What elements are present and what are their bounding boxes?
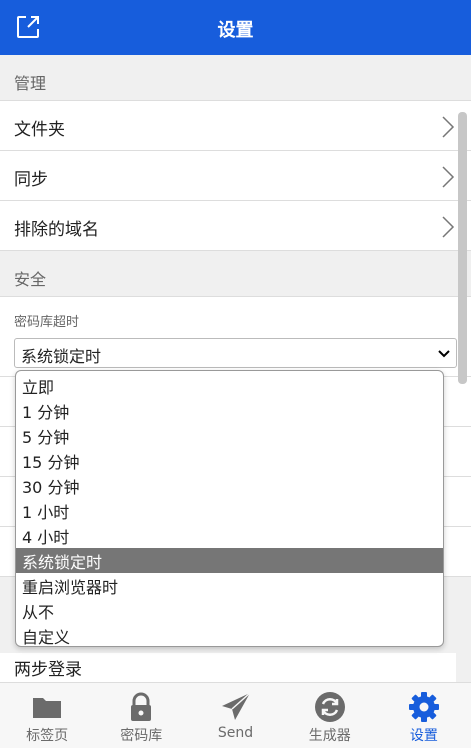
- dropdown-option[interactable]: 从不: [16, 598, 443, 623]
- tab-vault[interactable]: 密码库: [94, 683, 188, 748]
- tab-send[interactable]: Send: [188, 683, 282, 748]
- vault-timeout-field: 密码库超时 系统锁定时: [0, 297, 471, 377]
- section-security-title: 安全: [0, 251, 471, 297]
- dropdown-option-selected[interactable]: 系统锁定时: [16, 548, 443, 573]
- dropdown-option[interactable]: 立即: [16, 373, 443, 398]
- lock-icon: [131, 692, 152, 721]
- settings-item-excluded-domains[interactable]: 排除的域名: [0, 201, 471, 251]
- folder-icon: [33, 698, 62, 718]
- settings-item-sync[interactable]: 同步: [0, 151, 471, 201]
- dropdown-option[interactable]: 重启浏览器时: [16, 573, 443, 598]
- dropdown-option[interactable]: 1 分钟: [16, 398, 443, 423]
- vault-timeout-select[interactable]: 系统锁定时: [14, 338, 457, 368]
- dropdown-option[interactable]: 1 小时: [16, 498, 443, 523]
- tab-tabs[interactable]: 标签页: [0, 683, 94, 748]
- tab-label: 密码库: [120, 728, 163, 744]
- chevron-right-icon: [442, 116, 455, 138]
- vault-timeout-dropdown[interactable]: 立即 1 分钟 5 分钟 15 分钟 30 分钟 1 小时 4 小时 系统锁定时…: [15, 370, 444, 647]
- tab-label: 生成器: [308, 728, 351, 744]
- dropdown-option[interactable]: 5 分钟: [16, 423, 443, 448]
- page-title: 设置: [217, 20, 254, 41]
- dropdown-option[interactable]: 15 分钟: [16, 448, 443, 473]
- settings-item-folders[interactable]: 文件夹: [0, 101, 471, 151]
- dropdown-option[interactable]: 自定义: [16, 623, 443, 646]
- settings-item-label: 文件夹: [14, 120, 65, 140]
- section-manage-title: 管理: [0, 55, 471, 101]
- dropdown-option[interactable]: 4 小时: [16, 523, 443, 548]
- chevron-down-icon: [438, 350, 450, 358]
- dropdown-option[interactable]: 30 分钟: [16, 473, 443, 498]
- vault-timeout-value: 系统锁定时: [21, 347, 102, 366]
- refresh-icon: [314, 692, 345, 722]
- tab-label: 标签页: [26, 728, 69, 744]
- gear-icon: [408, 692, 439, 722]
- settings-item-label: 同步: [14, 170, 48, 190]
- tab-settings[interactable]: 设置: [377, 683, 471, 748]
- settings-item-label: 两步登录: [14, 660, 82, 680]
- send-icon: [221, 692, 250, 720]
- chevron-right-icon: [442, 166, 455, 188]
- vault-timeout-label: 密码库超时: [14, 315, 80, 330]
- bottom-tab-bar: 标签页 密码库 Send 生成器 设置: [0, 682, 471, 748]
- tab-label: Send: [217, 725, 254, 741]
- tab-generator[interactable]: 生成器: [283, 683, 377, 748]
- scrollbar-thumb[interactable]: [458, 112, 467, 384]
- tab-label: 设置: [409, 728, 438, 744]
- app-header: 设置: [0, 0, 471, 55]
- settings-item-label: 排除的域名: [14, 220, 99, 240]
- chevron-right-icon: [442, 216, 455, 238]
- settings-item-two-step-login[interactable]: 两步登录: [0, 653, 456, 682]
